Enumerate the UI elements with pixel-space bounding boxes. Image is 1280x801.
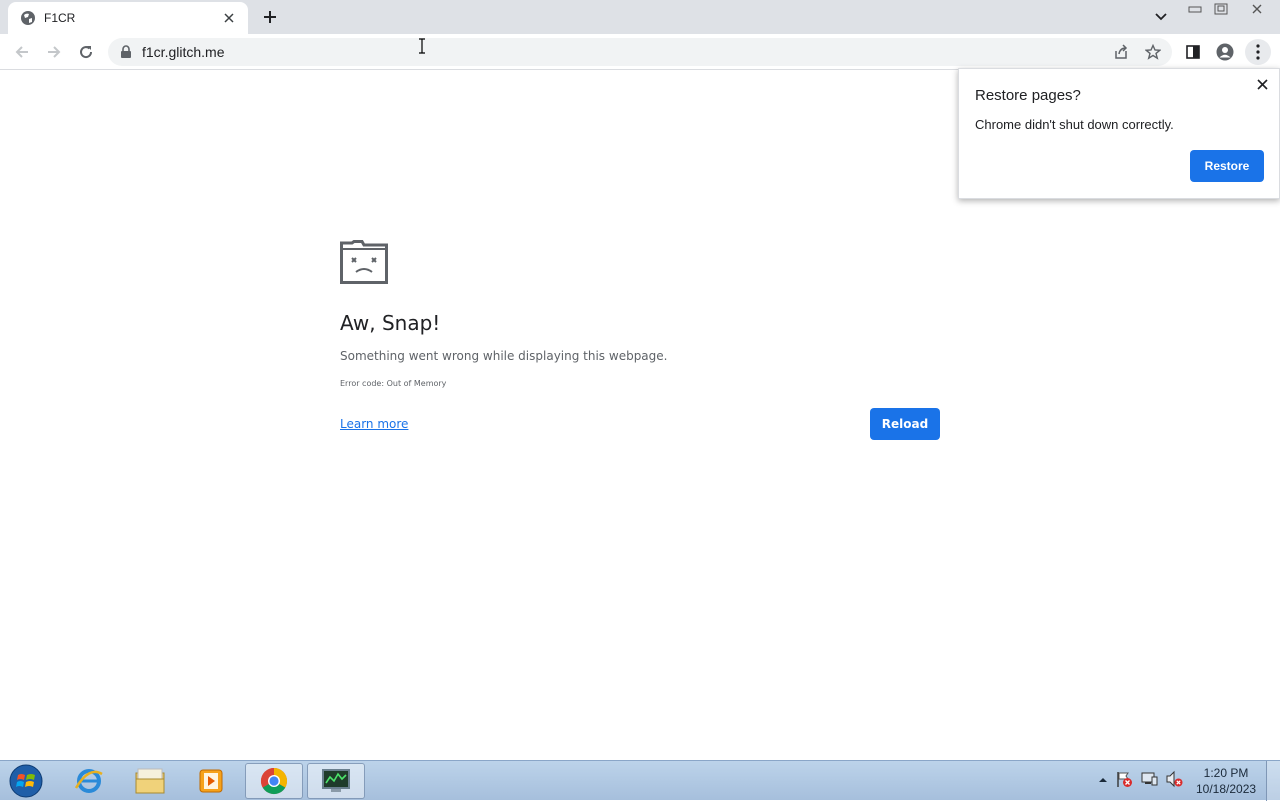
network-icon[interactable] <box>1140 770 1158 793</box>
avatar-icon <box>1216 43 1234 61</box>
bubble-text: Chrome didn't shut down correctly. <box>975 117 1174 132</box>
taskbar-clock[interactable]: 1:20 PM 10/18/2023 <box>1196 765 1256 797</box>
restore-window-button[interactable] <box>1208 0 1234 18</box>
action-center-flag-icon[interactable] <box>1115 770 1133 793</box>
internet-explorer-icon[interactable] <box>60 763 118 799</box>
tab-close-icon[interactable] <box>220 9 238 27</box>
kebab-menu-icon <box>1256 44 1260 60</box>
share-icon[interactable] <box>1108 39 1134 65</box>
browser-toolbar: f1cr.glitch.me <box>0 34 1280 70</box>
taskbar: 1:20 PM 10/18/2023 <box>0 760 1280 801</box>
show-desktop-button[interactable] <box>1266 761 1280 801</box>
error-code: Error code: Out of Memory <box>340 379 447 388</box>
close-icon[interactable] <box>1253 75 1271 93</box>
forward-button[interactable] <box>41 39 67 65</box>
clock-time: 1:20 PM <box>1203 766 1249 780</box>
menu-button[interactable] <box>1245 39 1271 65</box>
start-button[interactable] <box>4 762 48 800</box>
tab-f1cr[interactable]: F1CR <box>8 2 248 34</box>
lock-icon[interactable] <box>120 45 134 59</box>
media-player-icon[interactable] <box>182 763 240 799</box>
clock-date: 10/18/2023 <box>1196 782 1257 796</box>
window-controls <box>1182 0 1280 18</box>
error-message: Something went wrong while displaying th… <box>340 349 668 363</box>
file-explorer-icon[interactable] <box>121 763 179 799</box>
show-hidden-icons-icon[interactable] <box>1098 772 1108 790</box>
reload-button[interactable]: Reload <box>870 408 940 440</box>
tab-search-button[interactable] <box>1150 6 1172 28</box>
restore-button[interactable]: Restore <box>1190 150 1264 182</box>
minimize-button[interactable] <box>1182 0 1208 18</box>
restore-pages-bubble: Restore pages? Chrome didn't shut down c… <box>958 68 1280 199</box>
bookmark-star-icon[interactable] <box>1140 39 1166 65</box>
globe-icon <box>20 10 36 26</box>
back-arrow-icon <box>15 46 28 58</box>
chevron-down-icon <box>1155 13 1167 21</box>
volume-muted-icon[interactable] <box>1165 770 1183 793</box>
error-title: Aw, Snap! <box>340 311 441 335</box>
text-cursor-icon <box>419 38 425 54</box>
system-tray <box>1098 770 1183 793</box>
windows-start-icon <box>9 764 43 798</box>
new-tab-button[interactable] <box>258 5 282 29</box>
side-panel-icon <box>1186 45 1200 59</box>
bubble-title: Restore pages? <box>975 87 1081 104</box>
reload-toolbar-button[interactable] <box>73 39 99 65</box>
address-bar[interactable]: f1cr.glitch.me <box>108 38 1172 66</box>
error-page: Aw, Snap! Something went wrong while dis… <box>340 240 940 440</box>
tab-strip: F1CR <box>0 0 1280 34</box>
side-panel-button[interactable] <box>1180 39 1206 65</box>
profile-button[interactable] <box>1212 39 1238 65</box>
task-manager-icon[interactable] <box>307 763 365 799</box>
chrome-icon[interactable] <box>245 763 303 799</box>
plus-icon <box>264 11 276 23</box>
learn-more-link[interactable]: Learn more <box>340 417 408 431</box>
back-button[interactable] <box>9 39 35 65</box>
sad-tab-icon <box>340 240 388 284</box>
tab-title: F1CR <box>44 11 76 25</box>
close-window-button[interactable] <box>1234 0 1280 18</box>
refresh-icon <box>80 46 93 59</box>
forward-arrow-icon <box>48 46 61 58</box>
address-url[interactable]: f1cr.glitch.me <box>142 44 1108 60</box>
